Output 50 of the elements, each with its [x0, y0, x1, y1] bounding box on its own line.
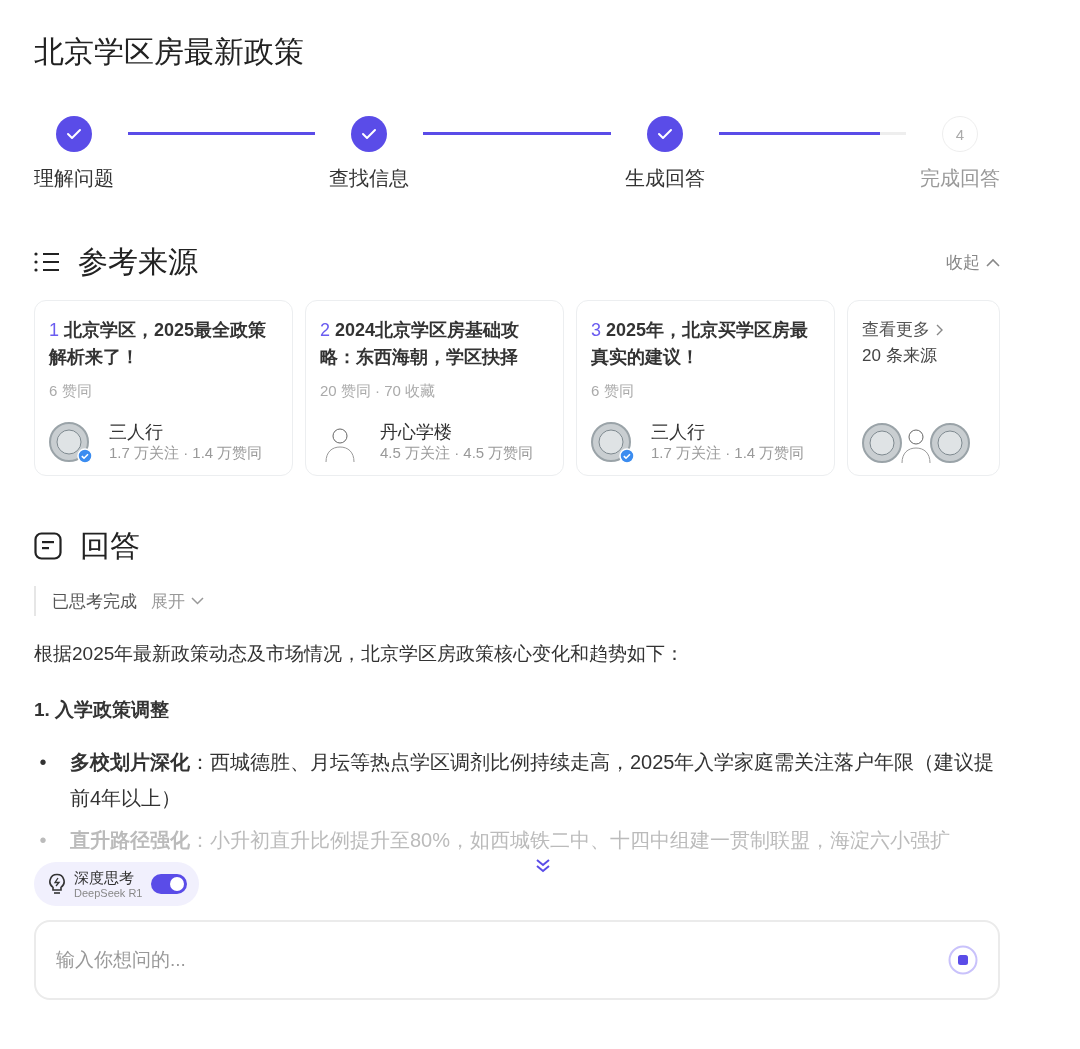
- deep-think-toggle[interactable]: 深度思考 DeepSeek R1: [34, 862, 199, 906]
- source-stats: 6 赞同: [49, 381, 93, 401]
- author-stats: 1.7 万关注 · 1.4 万赞同: [109, 443, 263, 463]
- more-link: 查看更多: [862, 319, 930, 341]
- model-name: DeepSeek R1: [74, 885, 143, 900]
- answer-paragraph: 根据2025年最新政策动态及市场情况，北京学区房政策核心变化和趋势如下：: [34, 642, 686, 666]
- chat-input-box[interactable]: 输入你想问的...: [34, 920, 1000, 1000]
- source-card[interactable]: 1 北京学区，2025最全政策解析来了！ 6 赞同 三人行 1.7 万关注 · 1.4 万赞同: [34, 300, 293, 476]
- step-number: 4: [942, 116, 978, 152]
- source-count: 20 条来源: [862, 345, 938, 367]
- step-label: 生成回答: [624, 166, 705, 191]
- section-heading: 参考来源: [78, 244, 198, 280]
- answer-bullet: 多校划片深化：西城德胜、月坛等热点学区调剂比例持续走高，2025年入学家庭需关注落户年限（建议提前4年以上）: [70, 750, 996, 811]
- page-title: 北京学区房最新政策: [34, 34, 304, 70]
- step-label: 理解问题: [34, 166, 114, 191]
- more-sources-card[interactable]: 查看更多 20 条来源: [847, 300, 1000, 476]
- bullet-marker: •: [38, 828, 48, 853]
- document-icon: [34, 532, 62, 560]
- answer-bullet: 直升路径强化：小升初直升比例提升至80%，如西城铁二中、十四中组建一贯制联盟，海淀六小强扩: [70, 828, 952, 853]
- chevron-up-icon: [986, 257, 1000, 267]
- source-card[interactable]: 2 2024北京学区房基础攻略：东西海朝，学区抉择 20 赞同 · 70 收藏 丹心学楼 4.5 万关注 · 4.5 万赞同: [305, 300, 564, 476]
- collapse-button[interactable]: 收起: [946, 250, 1000, 274]
- source-stats: 20 赞同 · 70 收藏: [320, 381, 437, 401]
- source-card[interactable]: 3 2025年，北京买学区房最真实的建议！ 6 赞同 三人行 1.7 万关注 · 1.4 万赞同: [576, 300, 835, 476]
- source-stats: 6 赞同: [591, 381, 635, 401]
- scroll-down-icon[interactable]: [534, 858, 552, 874]
- chat-input[interactable]: 输入你想问的...: [54, 948, 938, 972]
- source-title: 2 2024北京学区房基础攻略：东西海朝，学区抉择: [320, 319, 521, 369]
- section-heading: 回答: [80, 528, 140, 564]
- step-label: 完成回答: [920, 166, 1000, 191]
- author-name: 三人行: [651, 421, 706, 443]
- thinking-status: 已思考完成: [52, 590, 137, 613]
- lightbulb-icon: [48, 873, 66, 895]
- author-name: 三人行: [109, 421, 164, 443]
- stop-button[interactable]: [948, 945, 978, 975]
- avatar-icon: [862, 423, 902, 463]
- list-icon: [34, 251, 60, 273]
- avatar-icon: [930, 423, 970, 463]
- toggle-label: 深度思考: [74, 868, 135, 886]
- answer-subheading: 1. 入学政策调整: [34, 698, 171, 722]
- author-name: 丹心学楼: [380, 421, 453, 443]
- chevron-right-icon: [936, 324, 943, 336]
- chevron-down-icon: [191, 597, 204, 605]
- toggle-switch[interactable]: [150, 874, 187, 894]
- author-stats: 1.7 万关注 · 1.4 万赞同: [651, 443, 805, 463]
- bullet-marker: •: [38, 750, 48, 775]
- step-label: 查找信息: [329, 166, 410, 191]
- author-stats: 4.5 万关注 · 4.5 万赞同: [380, 443, 534, 463]
- source-title: 1 北京学区，2025最全政策解析来了！: [49, 319, 268, 369]
- source-title: 3 2025年，北京买学区房最真实的建议！: [591, 319, 810, 369]
